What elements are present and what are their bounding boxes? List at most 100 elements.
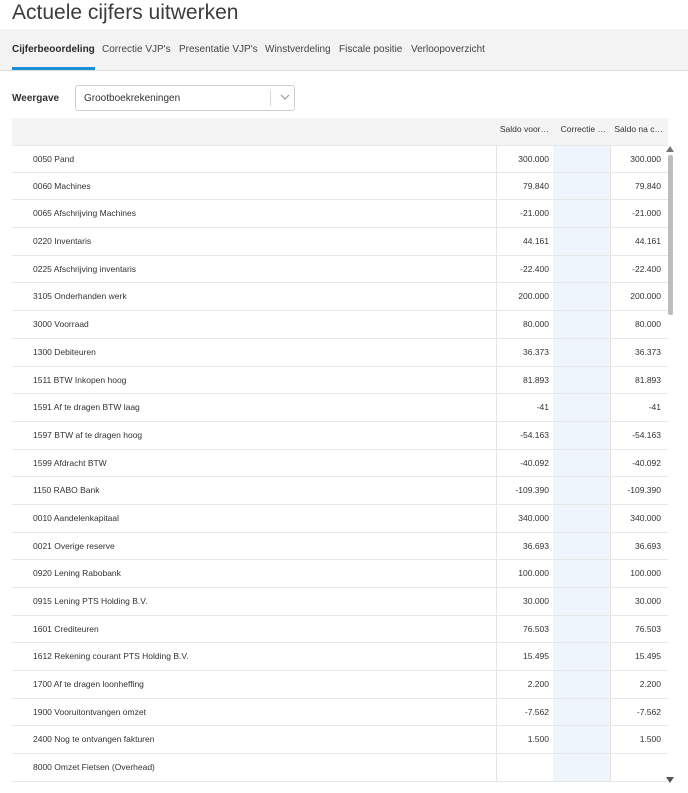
account-name: 1700 Af te dragen loonheffing [33,679,144,690]
correctie-cell[interactable] [553,366,610,394]
table-row[interactable]: 2400 Nog te ontvangen fakturen 1.500 1.500 [12,726,668,755]
correctie-cell[interactable] [553,394,610,421]
scrollbar-thumb[interactable] [668,155,673,315]
account-name: 0060 Machines [33,180,91,191]
table-row[interactable]: 0060 Machines 79.840 79.840 [12,172,668,201]
correctie-cell[interactable] [553,421,610,449]
account-name: 0065 Afschrijving Machines [33,208,137,219]
triangle-up-icon[interactable] [666,146,674,152]
correctie-cell[interactable] [553,588,610,615]
account-name: 0225 Afschrijving inventaris [33,263,137,274]
table-row[interactable]: 0021 Overige reserve 36.693 36.693 [12,532,668,561]
correctie-cell[interactable] [553,228,610,255]
account-name: 2400 Nog te ontvangen fakturen [33,734,155,745]
saldo-na-cell: 36.373 [610,338,667,366]
correctie-cell[interactable] [553,671,610,698]
account-name: 1591 Af te dragen BTW laag [33,402,140,413]
account-name: 1300 Debiteuren [33,346,96,357]
table-row[interactable]: 0920 Lening Rabobank 100.000 100.000 [12,560,668,588]
table-row[interactable]: 0225 Afschrijving inventaris -22.400 -22.4… [12,255,668,284]
tab-fiscale-positie[interactable]: Fiscale positie [339,29,402,70]
column-header-saldo-na[interactable]: Saldo na c… [610,118,667,145]
saldo-na-cell: 30.000 [610,588,667,615]
select-divider [270,90,271,106]
table-row[interactable]: 1597 BTW af te dragen hoog -54.163 -54.163 [12,421,668,450]
column-header-correctie[interactable]: Correctie … [553,118,610,145]
account-name: 0021 Overige reserve [33,540,115,551]
tab-cijferbeoordeling[interactable]: Cijferbeoordeling [12,29,95,70]
chevron-down-icon[interactable] [279,91,291,103]
correctie-cell[interactable] [553,338,610,366]
account-name: 3105 Onderhanden werk [33,291,127,302]
correctie-cell[interactable] [553,532,610,560]
table-row[interactable]: 1601 Crediteuren 76.503 76.503 [12,615,668,644]
table-row[interactable]: 1300 Debiteuren 36.373 36.373 [12,338,668,367]
saldo-voor-cell: 1.500 [496,726,556,754]
correctie-cell[interactable] [553,560,610,587]
correctie-cell[interactable] [553,449,610,477]
table-row[interactable]: 0010 Aandelenkapitaal 340.000 340.000 [12,504,668,533]
saldo-na-cell: 81.893 [610,366,667,394]
saldo-voor-cell: 80.000 [496,311,556,338]
saldo-voor-cell [496,754,556,781]
weergave-select[interactable]: Grootboekrekeningen [75,85,295,111]
saldo-voor-cell: 30.000 [496,588,556,615]
triangle-down-icon[interactable] [666,777,674,783]
table-row[interactable]: 8000 Omzet Fietsen (Overhead) [12,754,668,782]
saldo-voor-cell: -54.163 [496,421,556,449]
saldo-na-cell: -22.400 [610,255,667,283]
correctie-cell[interactable] [553,283,610,311]
account-name: 0915 Lening PTS Holding B.V. [33,596,148,606]
account-name: 0010 Aandelenkapitaal [33,512,120,523]
saldo-voor-cell: 300.000 [496,146,556,172]
table-row[interactable]: 0050 Pand 300.000 300.000 [12,145,668,173]
table-row[interactable]: 1612 Rekening courant PTS Holding B.V. 15… [12,643,668,672]
table-row[interactable]: 1599 Afdracht BTW -40.092 -40.092 [12,449,668,478]
tab-winstverdeling[interactable]: Winstverdeling [265,29,331,70]
grid-body: 0050 Pand 300.000 300.000 0060 Machines 79.8… [12,145,668,782]
table-row[interactable]: 1150 RABO Bank -109.390 -109.390 [12,477,668,505]
saldo-na-cell: -7.562 [610,698,667,726]
ledger-grid: Saldo voor… Correctie … Saldo na c… 0050… [12,118,688,793]
saldo-voor-cell: -21.000 [496,200,556,228]
saldo-voor-cell: 36.693 [496,532,556,560]
tab-verloopoverzicht[interactable]: Verloopoverzicht [411,29,485,70]
table-row[interactable]: 1591 Af te dragen BTW laag -41 -41 [12,394,668,422]
correctie-cell[interactable] [553,477,610,504]
correctie-cell[interactable] [553,255,610,283]
saldo-na-cell [610,754,667,781]
table-row[interactable]: 0915 Lening PTS Holding B.V. 30.000 30.000 [12,588,668,616]
tab-correctie-vjps[interactable]: Correctie VJP's [102,29,171,70]
account-name: 0220 Inventaris [33,236,92,247]
page-title: Actuele cijfers uitwerken [12,1,239,24]
correctie-cell[interactable] [553,200,610,228]
table-row[interactable]: 1511 BTW Inkopen hoog 81.893 81.893 [12,366,668,395]
correctie-cell[interactable] [553,754,610,781]
correctie-cell[interactable] [553,643,610,671]
correctie-cell[interactable] [553,726,610,754]
correctie-cell[interactable] [553,311,610,338]
correctie-cell[interactable] [553,146,610,172]
correctie-cell[interactable] [553,615,610,643]
correctie-cell[interactable] [553,172,610,200]
table-row[interactable]: 1700 Af te dragen loonheffing 2.200 2.200 [12,671,668,699]
saldo-voor-cell: 36.373 [496,338,556,366]
table-row[interactable]: 3105 Onderhanden werk 200.000 200.000 [12,283,668,312]
saldo-voor-cell: 2.200 [496,671,556,698]
correctie-cell[interactable] [553,698,610,726]
saldo-na-cell: 1.500 [610,726,667,754]
account-name: 1150 RABO Bank [33,485,100,496]
column-header-saldo-voor[interactable]: Saldo voor… [496,118,553,145]
tab-presentatie-vjps[interactable]: Presentatie VJP's [179,29,258,70]
table-row[interactable]: 1900 Vooruitontvangen omzet -7.562 -7.562 [12,698,668,727]
correctie-cell[interactable] [553,504,610,532]
table-row[interactable]: 0065 Afschrijving Machines -21.000 -21.000 [12,200,668,229]
saldo-voor-cell: 200.000 [496,283,556,311]
vertical-scrollbar[interactable] [666,145,688,793]
grid-header: Saldo voor… Correctie … Saldo na c… [12,118,668,145]
table-row[interactable]: 3000 Voorraad 80.000 80.000 [12,311,668,339]
table-row[interactable]: 0220 Inventaris 44.161 44.161 [12,228,668,256]
saldo-voor-cell: 15.495 [496,643,556,671]
saldo-na-cell: 300.000 [610,146,667,172]
account-name: 8000 Omzet Fietsen (Overhead) [33,762,155,773]
